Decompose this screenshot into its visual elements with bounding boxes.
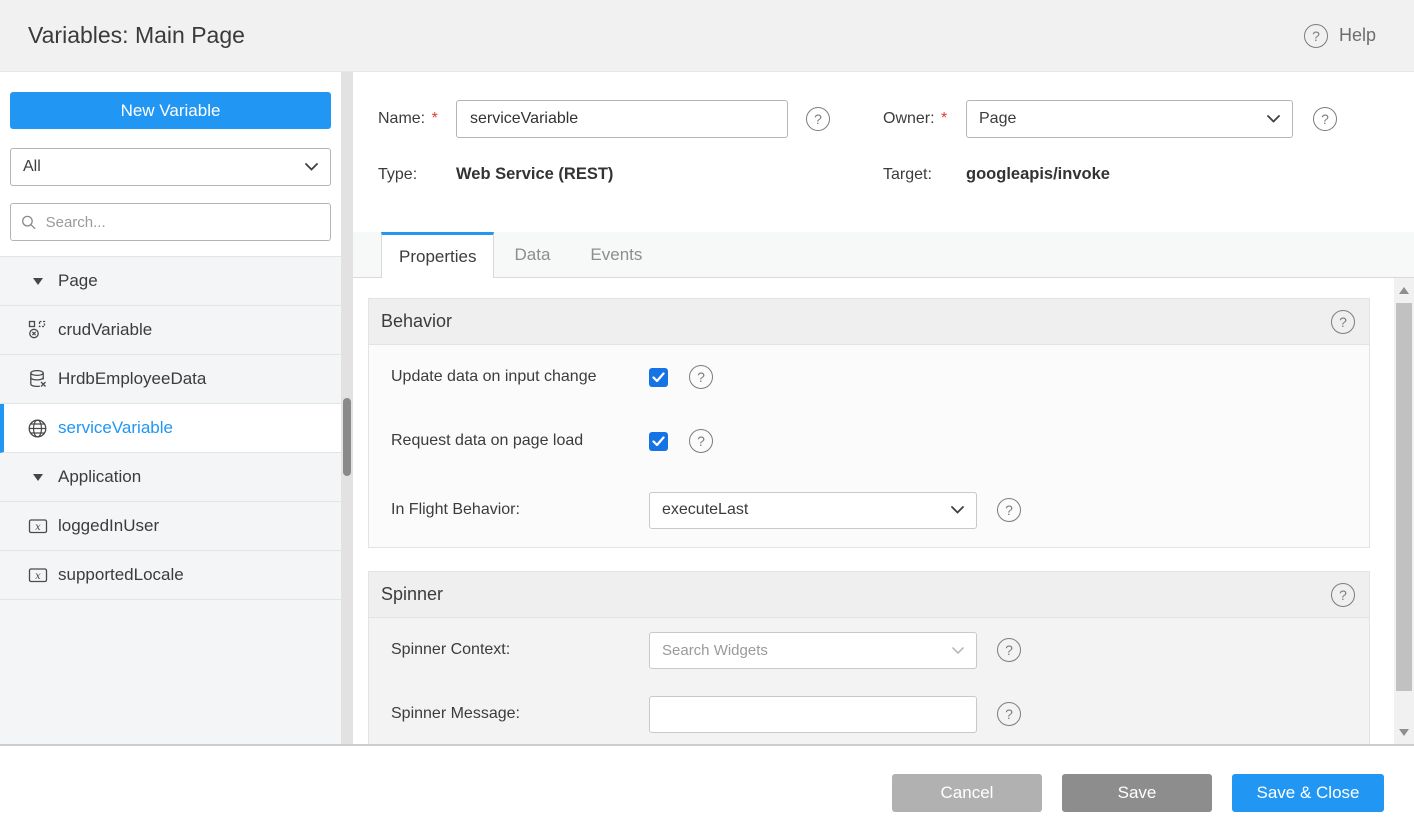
help-label: Help bbox=[1339, 25, 1376, 46]
sidebar-group-application[interactable]: Application bbox=[0, 453, 353, 502]
cancel-button[interactable]: Cancel bbox=[892, 774, 1042, 812]
request-data-checkbox[interactable] bbox=[649, 432, 668, 451]
spinner-context-placeholder: Search Widgets bbox=[662, 642, 768, 659]
behavior-section: Behavior ? Update data on input change ? bbox=[368, 298, 1370, 548]
variables-sidebar: New Variable All bbox=[0, 72, 353, 744]
required-asterisk: * bbox=[432, 110, 438, 127]
content-scrollbar[interactable] bbox=[1394, 278, 1414, 744]
sidebar-item-loggedinuser[interactable]: x loggedInUser bbox=[0, 502, 353, 551]
behavior-help-icon[interactable]: ? bbox=[1331, 310, 1355, 334]
scroll-down-arrow-icon[interactable] bbox=[1399, 729, 1409, 736]
search-icon bbox=[21, 214, 37, 231]
group-label: Page bbox=[58, 271, 98, 291]
sidebar-item-crudvariable[interactable]: crudVariable bbox=[0, 306, 353, 355]
dialog-footer: Cancel Save Save & Close bbox=[0, 744, 1414, 839]
target-value: googleapis/invoke bbox=[966, 165, 1110, 184]
owner-label: Owner: * bbox=[883, 110, 966, 128]
filter-selected-value: All bbox=[23, 158, 41, 176]
owner-help-icon[interactable]: ? bbox=[1313, 107, 1337, 131]
owner-select[interactable]: Page bbox=[966, 100, 1293, 138]
tab-data[interactable]: Data bbox=[494, 232, 570, 277]
variable-label: supportedLocale bbox=[58, 565, 184, 585]
help-question-icon: ? bbox=[1304, 24, 1328, 48]
in-flight-select[interactable]: executeLast bbox=[649, 492, 977, 529]
variable-label: serviceVariable bbox=[58, 418, 173, 438]
variable-detail-panel: Name: * ? Owner: * Page ? bbox=[353, 72, 1414, 744]
variable-icon: x bbox=[27, 565, 48, 585]
update-data-checkbox[interactable] bbox=[649, 368, 668, 387]
spinner-section: Spinner ? Spinner Context: Search Widget… bbox=[368, 571, 1370, 744]
variable-label: HrdbEmployeeData bbox=[58, 369, 206, 389]
target-label: Target: bbox=[883, 166, 966, 184]
spinner-context-label: Spinner Context: bbox=[391, 641, 649, 659]
sidebar-filler bbox=[0, 600, 353, 744]
spinner-message-help-icon[interactable]: ? bbox=[997, 702, 1021, 726]
variable-label: loggedInUser bbox=[58, 516, 159, 536]
group-label: Application bbox=[58, 467, 141, 487]
check-icon bbox=[652, 372, 665, 383]
chevron-down-icon bbox=[951, 506, 964, 514]
triangle-down-icon bbox=[27, 278, 48, 285]
dialog-header: Variables: Main Page ? Help bbox=[0, 0, 1414, 72]
tab-events[interactable]: Events bbox=[570, 232, 662, 277]
update-data-help-icon[interactable]: ? bbox=[689, 365, 713, 389]
chevron-down-icon bbox=[1267, 115, 1280, 123]
spinner-context-help-icon[interactable]: ? bbox=[997, 638, 1021, 662]
sidebar-scrollbar[interactable] bbox=[341, 72, 353, 744]
required-asterisk: * bbox=[941, 110, 947, 127]
behavior-section-header: Behavior ? bbox=[369, 299, 1369, 345]
svg-text:x: x bbox=[35, 571, 41, 582]
scroll-up-arrow-icon[interactable] bbox=[1399, 287, 1409, 294]
save-button[interactable]: Save bbox=[1062, 774, 1212, 812]
sidebar-scrollbar-thumb[interactable] bbox=[343, 398, 351, 476]
name-help-icon[interactable]: ? bbox=[806, 107, 830, 131]
sidebar-group-page[interactable]: Page bbox=[0, 257, 353, 306]
database-icon bbox=[27, 369, 48, 389]
spinner-section-header: Spinner ? bbox=[369, 572, 1369, 618]
page-title: Variables: Main Page bbox=[28, 22, 245, 49]
tab-properties[interactable]: Properties bbox=[381, 232, 494, 278]
chevron-down-icon bbox=[952, 647, 964, 654]
variable-label: crudVariable bbox=[58, 320, 152, 340]
sidebar-item-hrdbemployeedata[interactable]: HrdbEmployeeData bbox=[0, 355, 353, 404]
behavior-section-title: Behavior bbox=[381, 311, 452, 332]
owner-selected-value: Page bbox=[979, 110, 1016, 128]
in-flight-selected-value: executeLast bbox=[662, 501, 748, 519]
globe-icon bbox=[27, 418, 48, 439]
search-input[interactable] bbox=[46, 214, 320, 231]
triangle-down-icon bbox=[27, 474, 48, 481]
variable-summary-form: Name: * ? Owner: * Page ? bbox=[353, 72, 1414, 232]
detail-tabbar: Properties Data Events bbox=[353, 232, 1414, 278]
spinner-message-label: Spinner Message: bbox=[391, 705, 649, 723]
sidebar-item-supportedlocale[interactable]: x supportedLocale bbox=[0, 551, 353, 600]
variables-dialog: Variables: Main Page ? Help New Variable… bbox=[0, 0, 1414, 839]
variable-search-box bbox=[10, 203, 331, 241]
variable-filter-select[interactable]: All bbox=[10, 148, 331, 186]
save-close-button[interactable]: Save & Close bbox=[1232, 774, 1384, 812]
help-button[interactable]: ? Help bbox=[1304, 24, 1376, 48]
spinner-message-input[interactable] bbox=[649, 696, 977, 733]
new-variable-button[interactable]: New Variable bbox=[10, 92, 331, 129]
request-data-help-icon[interactable]: ? bbox=[689, 429, 713, 453]
name-label: Name: * bbox=[378, 110, 456, 128]
variable-icon: x bbox=[27, 516, 48, 536]
in-flight-label: In Flight Behavior: bbox=[391, 501, 649, 519]
chevron-down-icon bbox=[305, 163, 318, 171]
crud-icon bbox=[27, 320, 48, 340]
name-input[interactable] bbox=[456, 100, 788, 138]
spinner-help-icon[interactable]: ? bbox=[1331, 583, 1355, 607]
spinner-section-title: Spinner bbox=[381, 584, 443, 605]
properties-tab-content: Behavior ? Update data on input change ? bbox=[353, 278, 1414, 744]
spinner-context-select[interactable]: Search Widgets bbox=[649, 632, 977, 669]
content-scrollbar-thumb[interactable] bbox=[1396, 303, 1412, 691]
type-value: Web Service (REST) bbox=[456, 165, 613, 184]
in-flight-help-icon[interactable]: ? bbox=[997, 498, 1021, 522]
update-data-label: Update data on input change bbox=[391, 368, 649, 386]
request-data-label: Request data on page load bbox=[391, 432, 649, 450]
variable-list: Page crudVariable bbox=[0, 256, 353, 600]
svg-text:x: x bbox=[35, 522, 41, 533]
type-label: Type: bbox=[378, 166, 456, 184]
check-icon bbox=[652, 436, 665, 447]
sidebar-item-servicevariable[interactable]: serviceVariable bbox=[0, 404, 353, 453]
